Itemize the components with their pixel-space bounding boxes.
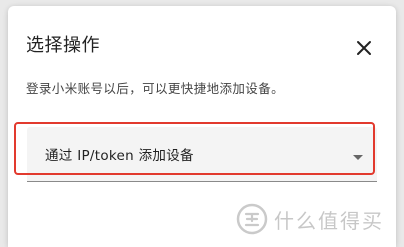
dialog-title: 选择操作 bbox=[26, 35, 100, 56]
highlight-box bbox=[14, 122, 375, 175]
dialog-subtitle: 登录小米账号以后，可以更快捷地添加设备。 bbox=[26, 81, 285, 96]
watermark-text: 什么值得买 bbox=[274, 208, 384, 233]
zhi-logo-icon bbox=[236, 203, 268, 235]
close-icon bbox=[357, 41, 371, 55]
close-button[interactable] bbox=[352, 36, 376, 60]
watermark: 什么值得买 bbox=[236, 202, 384, 236]
